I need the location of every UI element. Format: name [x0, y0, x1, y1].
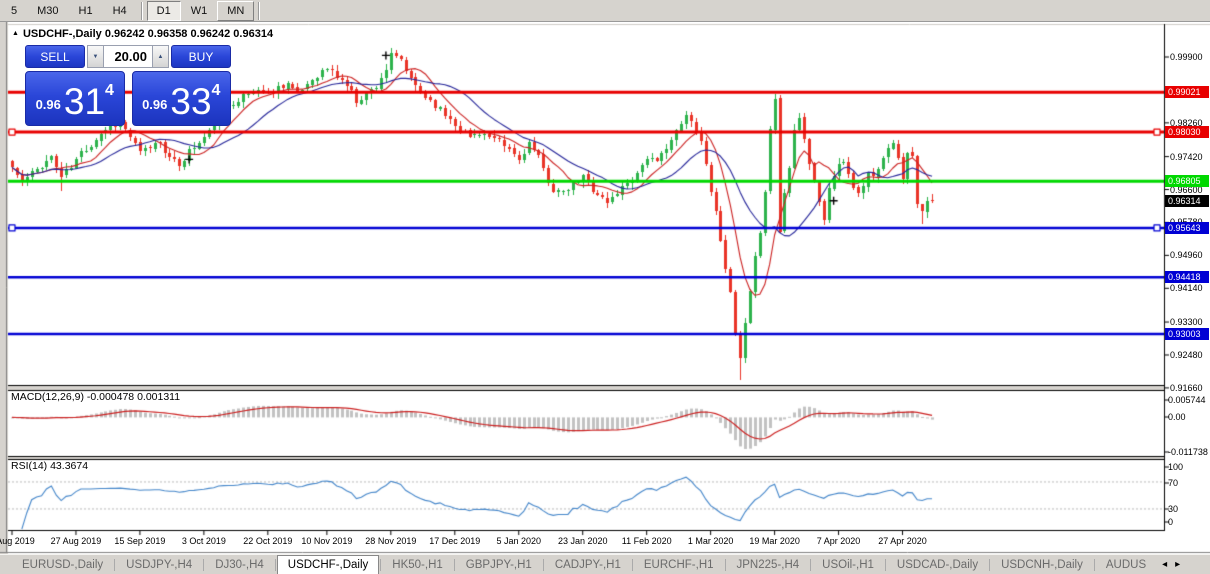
one-click-trading-panel: SELL ▼ ▲ BUY 0.96314 0.96334 [25, 45, 231, 126]
buy-price-big: 33 [170, 85, 211, 119]
tab-divider [1094, 559, 1095, 571]
chart-tab-eurchfh1[interactable]: EURCHF-,H1 [634, 557, 724, 574]
arrow-up-icon: ▲ [158, 54, 164, 60]
tab-divider [885, 559, 886, 571]
chart-tab-dj30h4[interactable]: DJ30-,H4 [205, 557, 274, 574]
timeframe-button-w1[interactable]: W1 [181, 1, 218, 21]
tab-divider [543, 559, 544, 571]
chart-tab-audus[interactable]: AUDUS [1096, 557, 1156, 574]
volume-decrease-button[interactable]: ▼ [87, 45, 104, 68]
chart-tab-usdcnhdaily[interactable]: USDCNH-,Daily [991, 557, 1093, 574]
tab-divider [810, 559, 811, 571]
chart-tab-gbpjpyh1[interactable]: GBPJPY-,H1 [456, 557, 542, 574]
sell-price-base: 0.96 [36, 97, 61, 112]
toolbar-divider [141, 2, 143, 20]
tab-divider [454, 559, 455, 571]
chart-tab-cadjpyh1[interactable]: CADJPY-,H1 [545, 557, 631, 574]
chart-title: ▲ USDCHF-,Daily 0.96242 0.96358 0.96242 0… [12, 28, 273, 40]
sell-price-pip: 4 [105, 82, 114, 100]
timeframe-button-h4[interactable]: H4 [103, 1, 137, 21]
tab-scroll-buttons: ◂▸ [1158, 554, 1184, 574]
toolbar-divider [258, 2, 260, 20]
tab-divider [275, 559, 276, 571]
sell-button[interactable]: SELL [25, 45, 85, 68]
tab-scroll-right-icon[interactable]: ▸ [1171, 559, 1184, 570]
collapse-arrow-icon[interactable]: ▲ [12, 30, 19, 37]
buy-button[interactable]: BUY [171, 45, 231, 68]
chart-window: 0.999000.982600.974200.966000.957800.949… [0, 22, 1210, 554]
chart-tabs-bar: EURUSD-,DailyUSDJPY-,H4DJ30-,H4USDCHF-,D… [0, 554, 1210, 574]
tab-divider [989, 559, 990, 571]
chart-tab-usdchfdaily[interactable]: USDCHF-,Daily [277, 555, 380, 574]
mt4-application: { "toolbar": {"items": [ {"label": "5", … [0, 0, 1210, 574]
buy-price-pip: 4 [212, 82, 221, 100]
tab-scroll-left-icon[interactable]: ◂ [1158, 559, 1171, 570]
chart-tab-hk50h1[interactable]: HK50-,H1 [382, 557, 453, 574]
arrow-down-icon: ▼ [93, 54, 99, 60]
buy-price-display[interactable]: 0.96334 [132, 71, 232, 126]
tab-divider [725, 559, 726, 571]
timeframe-toolbar: 5M30H1H4 D1W1MN [0, 0, 1210, 22]
timeframe-button-m30[interactable]: M30 [27, 1, 68, 21]
chart-symbol-label: USDCHF-,Daily [23, 28, 102, 40]
timeframe-button-5[interactable]: 5 [1, 1, 27, 21]
chart-tab-usdcaddaily[interactable]: USDCAD-,Daily [887, 557, 988, 574]
chart-ohlc-values: 0.96242 0.96358 0.96242 0.96314 [105, 28, 273, 40]
sell-price-big: 31 [64, 85, 105, 119]
buy-price-base: 0.96 [142, 97, 167, 112]
timeframe-button-d1[interactable]: D1 [147, 1, 181, 21]
volume-stepper: ▼ ▲ [87, 45, 169, 68]
tab-divider [632, 559, 633, 571]
volume-increase-button[interactable]: ▲ [152, 45, 169, 68]
sell-price-display[interactable]: 0.96314 [25, 71, 125, 126]
chart-tab-eurusddaily[interactable]: EURUSD-,Daily [12, 557, 113, 574]
volume-input[interactable] [104, 45, 152, 68]
tab-divider [203, 559, 204, 571]
chart-tab-usdjpyh4[interactable]: USDJPY-,H4 [116, 557, 202, 574]
timeframe-button-h1[interactable]: H1 [69, 1, 103, 21]
chart-tab-jpn225h4[interactable]: JPN225-,H4 [727, 557, 810, 574]
tab-divider [114, 559, 115, 571]
chart-tab-usoilh1[interactable]: USOil-,H1 [812, 557, 884, 574]
timeframe-button-mn[interactable]: MN [217, 1, 254, 21]
tab-divider [380, 559, 381, 571]
